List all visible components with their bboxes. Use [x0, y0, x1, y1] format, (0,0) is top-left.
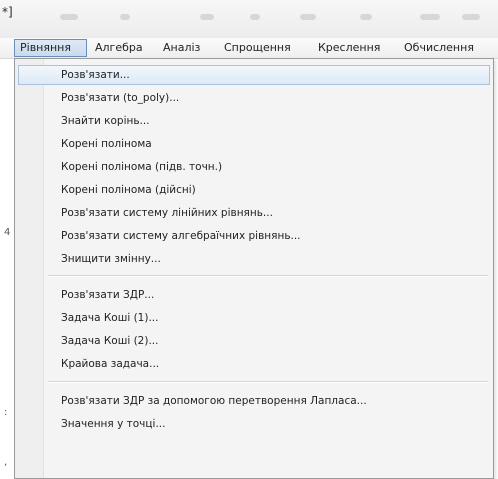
menu-item-polynomial-roots-real[interactable]: Корені полінома (дійсні)	[18, 180, 490, 200]
margin-marker: 4	[4, 227, 11, 238]
toolbar-icon[interactable]	[360, 14, 372, 20]
menu-item-ivp-1[interactable]: Задача Коші (1)...	[18, 308, 490, 328]
menu-item-ivp-2[interactable]: Задача Коші (2)...	[18, 331, 490, 351]
menu-kreslennia[interactable]: Креслення	[318, 38, 380, 58]
menu-rivniannia[interactable]: Рівняння	[20, 38, 71, 58]
menu-item-eliminate-variable[interactable]: Знищити змінну...	[18, 249, 490, 269]
toolbar-icon[interactable]	[462, 14, 480, 20]
menu-sproshchennia[interactable]: Спрощення	[224, 38, 291, 58]
menu-item-polynomial-roots-precise[interactable]: Корені полінома (підв. точн.)	[18, 157, 490, 177]
equations-dropdown-menu: Розв'язати... Розв'язати (to_poly)... Зн…	[14, 58, 494, 479]
margin-marker: ,	[4, 457, 8, 468]
toolbar-icon[interactable]	[200, 14, 214, 20]
menu-alhebra[interactable]: Алгебра	[95, 38, 143, 58]
menu-analiz[interactable]: Аналіз	[163, 38, 200, 58]
window-title-fragment: *]	[2, 5, 13, 19]
menu-item-polynomial-roots[interactable]: Корені полінома	[18, 134, 490, 154]
menu-item-solve-algebraic-system[interactable]: Розв'язати систему алгебраїчних рівнянь.…	[18, 226, 490, 246]
menu-item-solve-linear-system[interactable]: Розв'язати систему лінійних рівнянь...	[18, 203, 490, 223]
toolbar-icon[interactable]	[60, 14, 78, 20]
menu-item-find-root[interactable]: Знайти корінь...	[18, 111, 490, 131]
menu-separator	[48, 275, 488, 277]
menu-item-solve[interactable]: Розв'язати...	[18, 65, 490, 85]
toolbar-icon[interactable]	[300, 14, 316, 20]
menu-bar: Рівняння Алгебра Аналіз Спрощення Кресле…	[0, 38, 498, 59]
menu-item-value-at-point[interactable]: Значення у точці...	[18, 414, 490, 434]
menu-item-boundary-value-problem[interactable]: Крайова задача...	[18, 354, 490, 374]
toolbar-icon[interactable]	[420, 14, 440, 20]
menu-obchyslennia[interactable]: Обчислення	[404, 38, 474, 58]
menu-separator	[48, 381, 488, 383]
margin-marker: :	[4, 407, 8, 418]
toolbar-icon[interactable]	[250, 14, 260, 20]
menu-item-solve-to-poly[interactable]: Розв'язати (to_poly)...	[18, 88, 490, 108]
menu-item-solve-ode[interactable]: Розв'язати ЗДР...	[18, 285, 490, 305]
title-bar: *]	[0, 0, 498, 38]
menu-item-solve-ode-laplace[interactable]: Розв'язати ЗДР за допомогою перетворення…	[18, 391, 490, 411]
toolbar-icon[interactable]	[120, 14, 130, 20]
